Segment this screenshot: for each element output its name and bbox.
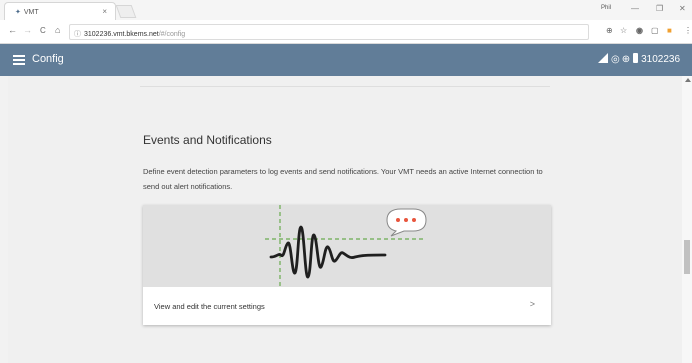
scrollbar-track[interactable]: [682, 76, 692, 363]
browser-tab[interactable]: ✦ VMT ×: [4, 2, 116, 20]
card-label: View and edit the current settings: [154, 302, 265, 311]
device-status: ◎ ⊕ 3102236: [598, 53, 680, 65]
browser-toolbar: ← → C ⌂ ⓘ 3102236.vmt.bkems.net/#/config …: [0, 20, 692, 44]
browser-tabstrip: ✦ VMT × Phil — ❐ ✕: [0, 0, 692, 20]
seismic-waveform-icon: [143, 205, 551, 287]
scroll-up-icon[interactable]: [685, 78, 691, 82]
menu-icon[interactable]: ⋮: [684, 26, 692, 35]
page-title: Config: [32, 53, 64, 65]
new-tab-button[interactable]: [115, 5, 137, 18]
extension-orange-icon[interactable]: ■: [667, 26, 672, 35]
globe-icon: ⊕: [621, 54, 631, 65]
star-icon[interactable]: ☆: [620, 26, 627, 35]
url-host: 3102236.vmt.bkems.net: [84, 31, 159, 38]
section-title: Events and Notifications: [143, 133, 272, 147]
forward-icon[interactable]: →: [23, 25, 32, 35]
battery-icon: [633, 53, 639, 63]
events-settings-card: View and edit the current settings >: [143, 205, 551, 325]
device-id: 3102236: [641, 54, 681, 65]
back-icon[interactable]: ←: [8, 25, 17, 35]
minimize-icon[interactable]: —: [631, 4, 639, 13]
signal-strength-icon: [598, 53, 608, 63]
home-icon[interactable]: ⌂: [55, 25, 60, 35]
url-path: /#/config: [158, 31, 186, 38]
vmt-favicon-icon: ✦: [15, 9, 21, 16]
hamburger-menu-icon[interactable]: [13, 55, 25, 65]
extension-icon[interactable]: ◉: [636, 26, 643, 35]
profile-name[interactable]: Phil: [601, 5, 611, 11]
tab-title: VMT: [23, 9, 39, 16]
site-info-icon[interactable]: ⓘ: [74, 31, 81, 38]
tab-close-icon[interactable]: ×: [102, 7, 107, 16]
section-divider: [140, 86, 550, 87]
restore-icon[interactable]: ❐: [656, 4, 663, 13]
section-description: Define event detection parameters to log…: [143, 167, 543, 191]
app-header: Config ◎ ⊕ 3102236: [0, 44, 692, 76]
reload-icon[interactable]: C: [40, 26, 46, 35]
view-edit-settings-link[interactable]: View and edit the current settings >: [143, 287, 551, 325]
address-bar[interactable]: ⓘ 3102236.vmt.bkems.net/#/config: [69, 24, 589, 40]
close-window-icon[interactable]: ✕: [679, 4, 686, 13]
zoom-icon[interactable]: ⊕: [606, 26, 613, 35]
scrollbar-thumb[interactable]: [684, 240, 690, 274]
cast-icon[interactable]: ▢: [651, 26, 659, 35]
chevron-right-icon: >: [529, 299, 535, 309]
wireless-icon: ◎: [611, 54, 620, 65]
